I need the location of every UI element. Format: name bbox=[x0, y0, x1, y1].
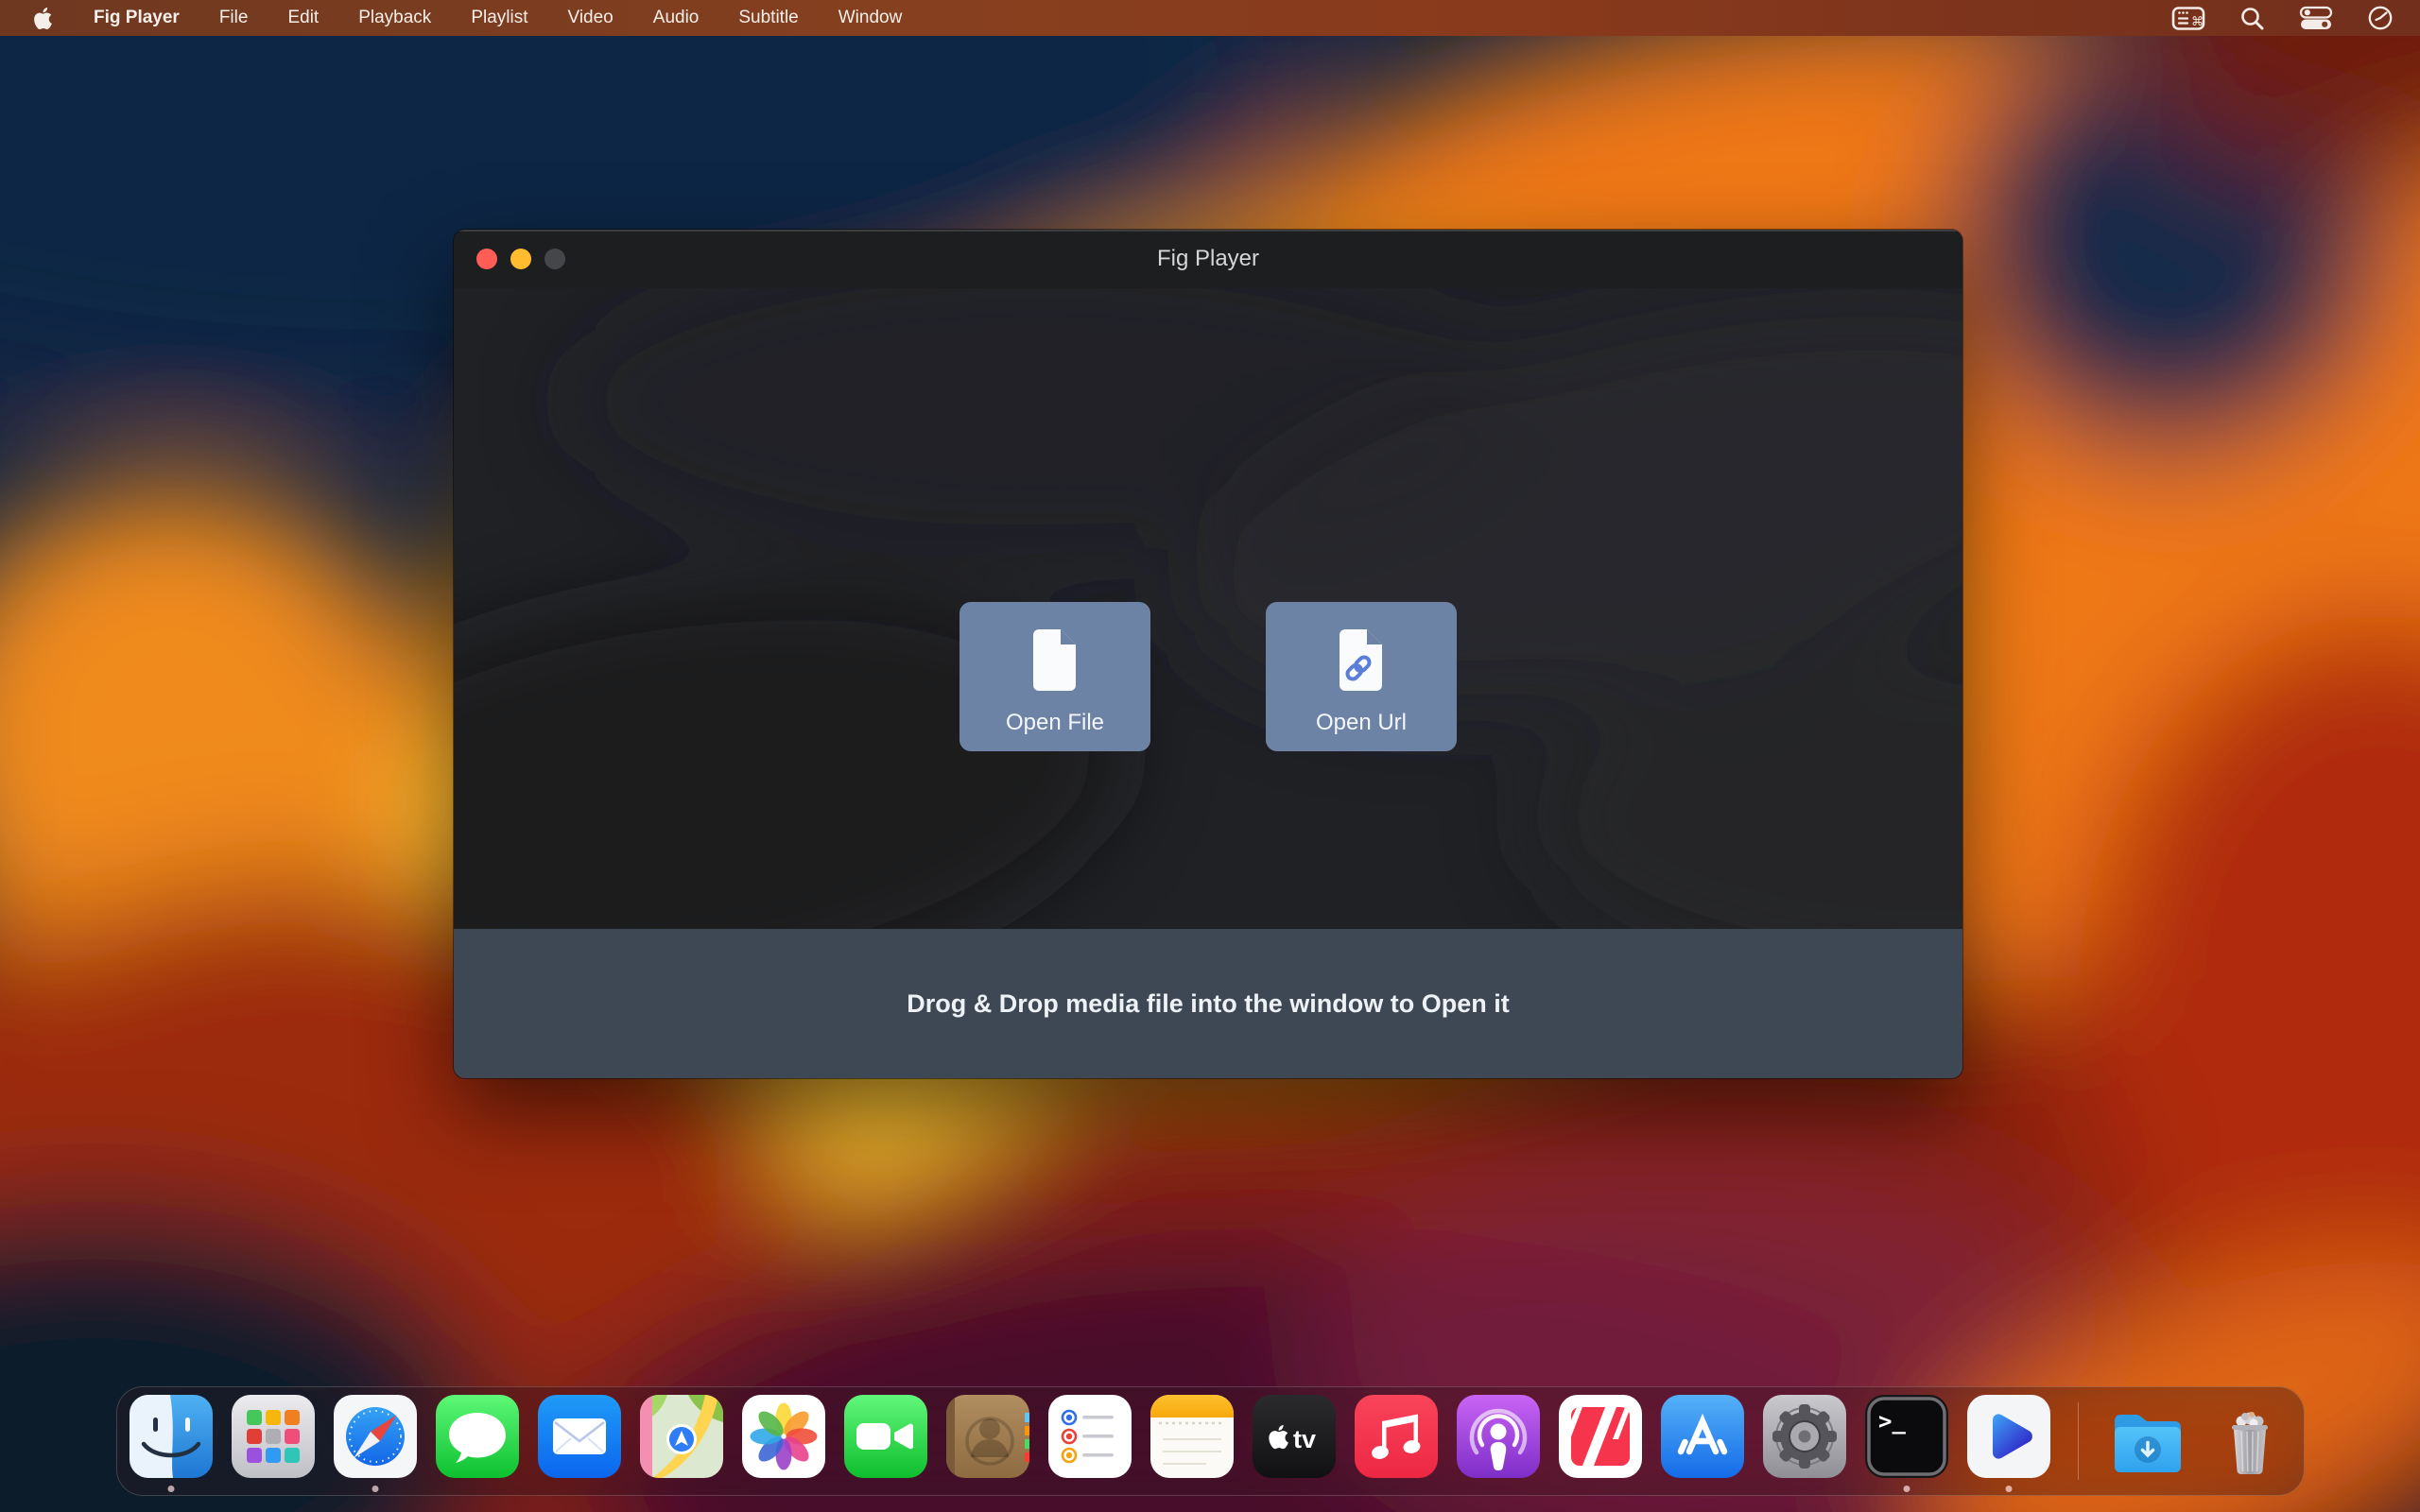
app-store-icon bbox=[1660, 1394, 1745, 1479]
dock-separator bbox=[2078, 1402, 2079, 1480]
menu-bar: Fig Player File Edit Playback Playlist V… bbox=[0, 0, 2420, 36]
menu-window[interactable]: Window bbox=[838, 8, 903, 28]
zoom-button-disabled[interactable] bbox=[544, 249, 565, 269]
traffic-lights bbox=[476, 230, 565, 288]
spotlight-search-icon[interactable] bbox=[2239, 6, 2265, 31]
music-icon bbox=[1354, 1394, 1439, 1479]
menu-bar-left: Fig Player File Edit Playback Playlist V… bbox=[0, 6, 902, 31]
podcasts-icon bbox=[1456, 1394, 1541, 1479]
photos-icon bbox=[741, 1394, 826, 1479]
dock-item-launchpad[interactable] bbox=[231, 1394, 316, 1479]
menu-audio[interactable]: Audio bbox=[653, 8, 700, 28]
dock-item-maps[interactable] bbox=[639, 1394, 724, 1479]
control-center-icon[interactable] bbox=[2299, 6, 2333, 31]
svg-text:>_: >_ bbox=[1878, 1408, 1906, 1435]
fig-player-window: Fig Player Open File bbox=[454, 230, 1962, 1078]
menu-edit[interactable]: Edit bbox=[287, 8, 319, 28]
dock-item-facetime[interactable] bbox=[843, 1394, 928, 1479]
menu-subtitle[interactable]: Subtitle bbox=[738, 8, 798, 28]
window-title: Fig Player bbox=[1157, 246, 1259, 272]
dock-item-terminal[interactable]: >_ bbox=[1864, 1394, 1949, 1479]
dock-item-finder[interactable] bbox=[129, 1394, 214, 1479]
dock-item-photos[interactable] bbox=[741, 1394, 826, 1479]
dock-item-messages[interactable] bbox=[435, 1394, 520, 1479]
finder-icon bbox=[129, 1394, 214, 1479]
open-file-label: Open File bbox=[1006, 710, 1104, 736]
running-indicator bbox=[1903, 1486, 1910, 1492]
maps-icon bbox=[639, 1394, 724, 1479]
news-icon bbox=[1558, 1394, 1643, 1479]
dock-item-podcasts[interactable] bbox=[1456, 1394, 1541, 1479]
open-url-label: Open Url bbox=[1316, 710, 1407, 736]
mail-icon bbox=[537, 1394, 622, 1479]
dock-item-app-store[interactable] bbox=[1660, 1394, 1745, 1479]
open-url-button[interactable]: Open Url bbox=[1266, 602, 1457, 751]
dock-item-tv[interactable]: tv bbox=[1252, 1394, 1337, 1479]
apple-menu-icon[interactable] bbox=[32, 6, 54, 31]
dock-container: tv bbox=[0, 1386, 2420, 1496]
svg-text:⌘: ⌘ bbox=[2191, 15, 2204, 29]
dock-item-news[interactable] bbox=[1558, 1394, 1643, 1479]
fig-player-icon bbox=[1966, 1394, 2051, 1479]
open-file-button[interactable]: Open File bbox=[959, 602, 1150, 751]
drop-zone-bar: Drog & Drop media file into the window t… bbox=[454, 929, 1962, 1078]
dock-item-trash[interactable] bbox=[2207, 1394, 2292, 1479]
menu-app-name[interactable]: Fig Player bbox=[94, 8, 180, 28]
terminal-icon: >_ bbox=[1864, 1394, 1949, 1479]
menu-bar-status: ⌘ bbox=[2171, 5, 2420, 31]
dock-item-contacts[interactable] bbox=[945, 1394, 1030, 1479]
apple-tv-icon: tv bbox=[1252, 1394, 1337, 1479]
dock-item-downloads[interactable] bbox=[2105, 1394, 2190, 1479]
window-content: Open File Open Url bbox=[454, 288, 1962, 929]
svg-text:tv: tv bbox=[1293, 1425, 1316, 1453]
menu-playback[interactable]: Playback bbox=[358, 8, 431, 28]
dock-item-safari[interactable] bbox=[333, 1394, 418, 1479]
dock-item-notes[interactable] bbox=[1150, 1394, 1235, 1479]
downloads-folder-icon bbox=[2105, 1394, 2190, 1479]
reminders-icon bbox=[1047, 1394, 1132, 1479]
system-settings-icon bbox=[1762, 1394, 1847, 1479]
dock-item-system-settings[interactable] bbox=[1762, 1394, 1847, 1479]
running-indicator bbox=[372, 1486, 378, 1492]
document-icon bbox=[1028, 627, 1082, 693]
messages-icon bbox=[435, 1394, 520, 1479]
close-button[interactable] bbox=[476, 249, 497, 269]
dock-item-fig-player[interactable] bbox=[1966, 1394, 2051, 1479]
document-link-icon bbox=[1334, 627, 1389, 693]
dock-item-music[interactable] bbox=[1354, 1394, 1439, 1479]
drop-hint-text: Drog & Drop media file into the window t… bbox=[907, 989, 1509, 1019]
window-titlebar[interactable]: Fig Player bbox=[454, 230, 1962, 288]
safari-icon bbox=[333, 1394, 418, 1479]
minimize-button[interactable] bbox=[510, 249, 531, 269]
dock: tv bbox=[116, 1386, 2305, 1496]
contacts-icon bbox=[945, 1394, 1030, 1479]
input-menu-icon[interactable]: ⌘ bbox=[2171, 6, 2205, 31]
launchpad-icon bbox=[231, 1394, 316, 1479]
running-indicator bbox=[167, 1486, 174, 1492]
running-indicator bbox=[2005, 1486, 2012, 1492]
trash-icon bbox=[2207, 1394, 2292, 1479]
menu-playlist[interactable]: Playlist bbox=[471, 8, 527, 28]
clock-icon[interactable] bbox=[2367, 5, 2394, 31]
dock-item-reminders[interactable] bbox=[1047, 1394, 1132, 1479]
menu-video[interactable]: Video bbox=[568, 8, 614, 28]
dock-item-mail[interactable] bbox=[537, 1394, 622, 1479]
open-actions-row: Open File Open Url bbox=[454, 602, 1962, 751]
facetime-icon bbox=[843, 1394, 928, 1479]
notes-icon bbox=[1150, 1394, 1235, 1479]
menu-file[interactable]: File bbox=[219, 8, 249, 28]
